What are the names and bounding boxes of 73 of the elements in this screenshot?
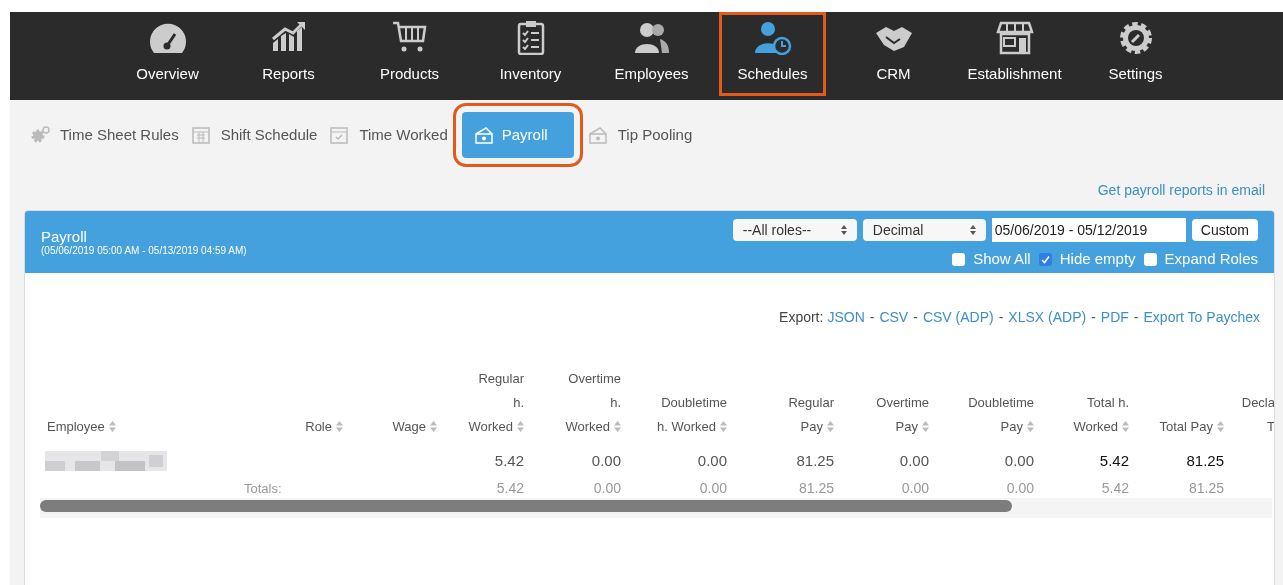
column-header[interactable]: Doubletime h. Worked — [627, 391, 733, 443]
table-cell-text: 5.42 — [493, 450, 525, 471]
cash-icon — [587, 125, 608, 145]
cash-icon — [473, 125, 494, 145]
table-cell-text: 0.00 — [592, 478, 622, 498]
table-cell-text: 5.42 — [1100, 478, 1130, 498]
format-select[interactable]: Decimal — [862, 219, 986, 241]
calendar-icon — [190, 125, 211, 145]
table-cell-text: 0.00 — [1005, 478, 1035, 498]
nav-item[interactable]: Settings — [1082, 12, 1189, 96]
column-header[interactable]: Regular h. Worked — [443, 367, 530, 443]
subnav-tab[interactable]: Shift Schedule — [184, 112, 324, 158]
table-cell-text: 0.00 — [696, 450, 728, 471]
nav-item[interactable]: Inventory — [477, 12, 584, 96]
link-separator: - — [998, 308, 1004, 327]
subnav-tab[interactable]: Tip Pooling — [581, 112, 699, 158]
checkbox-label: Hide empty — [1059, 249, 1136, 269]
column-header[interactable]: Role — [241, 415, 349, 443]
subnav-tab[interactable]: Time Sheet Rules — [24, 112, 185, 158]
nav-item[interactable]: Products — [356, 12, 463, 96]
scrollbar-thumb[interactable] — [40, 500, 1012, 512]
export-link[interactable]: PDF — [1100, 307, 1129, 328]
table-cell-text: 0.00 — [1003, 450, 1035, 471]
nav-item[interactable]: CRM — [840, 12, 947, 96]
table-cell-text: 0.00 — [698, 478, 728, 498]
table-cell-text: 0.00 — [590, 450, 622, 471]
column-header[interactable]: Wage — [349, 415, 443, 443]
table-cell-text: 5.42 — [495, 478, 525, 498]
export-link[interactable]: CSV (ADP) — [922, 307, 994, 328]
export-link[interactable]: CSV — [879, 307, 909, 328]
checkbox-label: Expand Roles — [1164, 249, 1258, 269]
gears-icon — [30, 125, 50, 145]
column-header[interactable]: Doubletime Pay — [935, 391, 1040, 443]
link-separator: - — [1091, 308, 1096, 327]
column-header[interactable]: Employee — [35, 415, 241, 443]
export-link[interactable]: XLSX (ADP) — [1008, 307, 1087, 328]
nav-item[interactable]: Overview — [114, 12, 221, 96]
checkbox[interactable] — [1038, 252, 1052, 266]
link-separator: - — [1133, 308, 1139, 327]
select-arrows-icon — [840, 225, 847, 235]
totals-label: Totals: — [244, 480, 282, 496]
column-header[interactable]: Overtime Pay — [840, 391, 935, 443]
panel-title: Payroll — [41, 228, 87, 245]
nav-item[interactable]: Employees — [598, 12, 705, 96]
subnav-tab[interactable]: Time Worked — [323, 112, 454, 158]
role-select[interactable]: --All roles-- — [732, 219, 857, 241]
export-link[interactable]: JSON — [827, 307, 865, 328]
table-cell-text: 81.25 — [797, 478, 835, 498]
nav-item[interactable]: Establishment — [961, 12, 1068, 96]
select-arrows-icon — [969, 225, 976, 235]
table-cell-text: 81.25 — [795, 450, 835, 471]
table-cell-text: 0.00 — [898, 450, 930, 471]
link-separator: - — [913, 308, 918, 327]
checkbox[interactable] — [952, 252, 966, 266]
checkbox-label: Show All — [973, 249, 1031, 269]
link-separator: - — [869, 308, 875, 327]
nav-item[interactable]: Reports — [235, 12, 342, 96]
table-cell-text: 5.42 — [1098, 450, 1130, 471]
column-header[interactable]: Regular Pay — [733, 391, 840, 443]
custom-button[interactable]: Custom — [1191, 219, 1258, 241]
column-header[interactable]: Total h. Worked — [1040, 391, 1135, 443]
export-label: Export: — [779, 308, 824, 327]
table-cell-text: 81.25 — [1185, 450, 1225, 471]
table-cell-text: 81.25 — [1187, 478, 1225, 498]
export-link[interactable]: Export To Paychex — [1143, 307, 1260, 328]
nav-item[interactable]: Schedules — [719, 12, 826, 96]
checkbox[interactable] — [1143, 252, 1157, 266]
column-header[interactable]: Overtime h. Worked — [530, 367, 627, 443]
date-range-field[interactable]: 05/06/2019 - 05/12/2019 — [991, 218, 1186, 242]
panel-period: (05/06/2019 05:00 AM - 05/13/2019 04:59 AM) — [41, 245, 247, 257]
table-cell-text: 0.00 — [900, 478, 930, 498]
calendar-check-icon — [329, 125, 350, 145]
column-header[interactable]: Total Pay — [1135, 415, 1230, 443]
